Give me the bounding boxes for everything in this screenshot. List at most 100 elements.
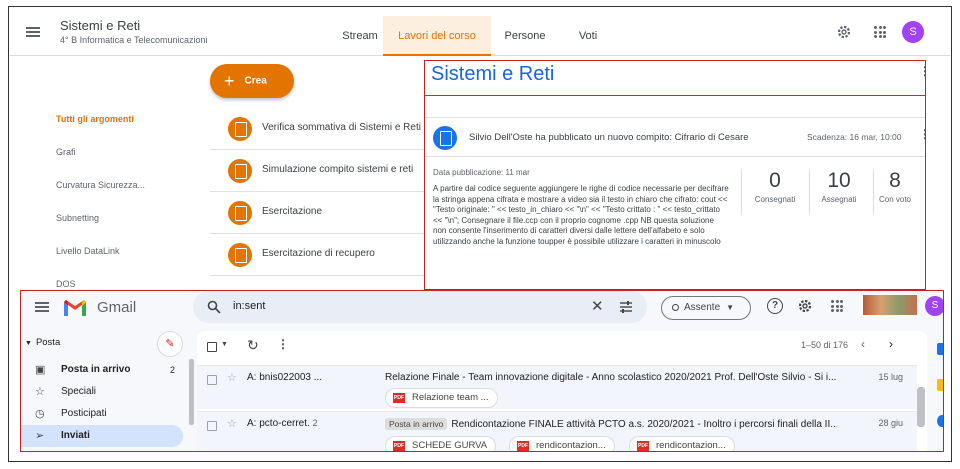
row-checkbox[interactable] <box>207 421 217 431</box>
mail-list-scrollbar[interactable] <box>917 387 925 427</box>
org-banner-image <box>863 295 917 315</box>
nav-item-snoozed[interactable]: ◷ Posticipati <box>21 403 183 425</box>
inbox-label-tag[interactable]: Posta in arrivo <box>385 418 448 430</box>
topic-all[interactable]: Tutti gli argomenti <box>56 114 134 124</box>
classroom-header: Sistemi e Reti 4° B Informatica e Teleco… <box>10 8 950 56</box>
clear-search-icon[interactable]: ✕ <box>591 297 604 315</box>
tab-people[interactable]: Persone <box>494 16 556 56</box>
stat-assigned[interactable]: 10 Assegnati <box>809 169 869 204</box>
refresh-icon[interactable]: ↻ <box>247 337 259 354</box>
calendar-icon[interactable] <box>937 343 943 355</box>
classwork-item[interactable]: Verifica sommativa di Sistemi e Reti <box>210 108 426 150</box>
more-actions-icon[interactable]: ⋮ <box>277 337 289 351</box>
email-row[interactable]: ☆ A: pcto-cerret. 2 Posta in arrivo Rendi… <box>197 411 917 451</box>
post-more-icon[interactable]: ⋮ <box>919 128 925 140</box>
assignment-icon <box>228 159 252 183</box>
gmail-logo-icon <box>64 300 86 316</box>
compose-button[interactable]: ✎ <box>157 331 183 357</box>
nav-item-count: 2 <box>169 365 175 375</box>
settings-gear-icon[interactable] <box>836 24 852 40</box>
attachment-chip[interactable]: PDF rendicontazion... <box>629 436 735 451</box>
stat-turned-in[interactable]: 0 Consegnati <box>745 169 805 204</box>
topic-grafi[interactable]: Grafi <box>56 147 76 157</box>
gmail-menu-icon[interactable] <box>35 302 49 312</box>
search-icon[interactable] <box>207 300 221 314</box>
plus-icon: + <box>224 71 235 91</box>
row-checkbox[interactable] <box>207 375 217 385</box>
nav-item-label: Inviati <box>61 430 90 441</box>
classwork-item[interactable]: Esercitazione <box>210 192 426 234</box>
more-options-icon[interactable]: ⋮ <box>919 65 925 77</box>
tab-grades[interactable]: Voti <box>566 16 610 56</box>
nav-item-inbox[interactable]: ▣ Posta in arrivo 2 <box>21 359 183 381</box>
tab-classwork[interactable]: Lavori del corso <box>383 16 491 56</box>
account-avatar[interactable]: S <box>902 21 924 43</box>
classwork-item-label: Simulazione compito sistemi e reti <box>262 164 414 175</box>
nav-section-posta[interactable]: ▼ Posta <box>25 337 60 348</box>
pdf-icon: PDF <box>393 393 405 403</box>
email-recipient: A: bnis022003 ... <box>247 372 323 383</box>
select-all-checkbox[interactable] <box>207 342 217 352</box>
star-icon[interactable]: ☆ <box>227 371 237 384</box>
pagination-label: 1–50 di 176 <box>801 340 849 350</box>
topic-datalink[interactable]: Livello DataLink <box>56 246 120 256</box>
topic-dos[interactable]: DOS <box>56 279 76 289</box>
attachment-chip[interactable]: PDF SCHEDE GURVA <box>385 436 497 451</box>
course-title[interactable]: Sistemi e Reti <box>60 18 140 33</box>
nav-scrollbar[interactable] <box>189 359 194 425</box>
star-icon[interactable]: ☆ <box>227 417 237 430</box>
assignment-detail-panel: Sistemi e Reti ⋮ Silvio Dell'Oste ha pub… <box>424 60 926 290</box>
gmail-apps-icon[interactable] <box>831 300 843 312</box>
attachment-name: rendicontazion... <box>536 440 606 451</box>
gmail-avatar[interactable]: S <box>925 296 943 316</box>
nav-item-sent[interactable]: ➢ Inviati <box>21 425 183 447</box>
clock-icon: ◷ <box>35 408 45 420</box>
search-options-icon[interactable] <box>619 300 633 314</box>
email-subject: Rendicontazione FINALE attività PCTO a.s… <box>451 419 837 430</box>
nav-item-label: Posta in arrivo <box>61 364 131 375</box>
email-date: 28 giu <box>878 418 903 428</box>
stat-value: 0 <box>769 169 781 192</box>
attachment-chip[interactable]: PDF Relazione team ... <box>385 388 498 408</box>
select-dropdown-icon[interactable]: ▼ <box>221 341 228 348</box>
gmail-settings-icon[interactable] <box>797 298 813 314</box>
stat-graded[interactable]: 8 Con voto <box>867 169 923 204</box>
topic-subnetting[interactable]: Subnetting <box>56 213 99 223</box>
attachment-chip[interactable]: PDF rendicontazion... <box>509 436 615 451</box>
detail-course-title: Sistemi e Reti <box>431 63 555 85</box>
tasks-icon[interactable] <box>937 415 943 427</box>
stat-label: Consegnati <box>754 195 796 204</box>
stat-value: 10 <box>827 169 851 192</box>
classwork-item[interactable]: Simulazione compito sistemi e reti <box>210 150 426 192</box>
assignment-description: A partire dal codice seguente aggiungere… <box>433 184 729 246</box>
search-bar[interactable]: in:sent ✕ <box>193 291 647 323</box>
publish-date: Data pubblicazione: 11 mar <box>433 168 530 177</box>
classwork-item-label: Esercitazione di recupero <box>262 248 375 259</box>
topic-curvatura[interactable]: Curvatura Sicurezza... <box>56 180 145 190</box>
help-icon[interactable]: ? <box>767 298 783 314</box>
status-selector[interactable]: Assente ▼ <box>661 296 751 320</box>
email-row[interactable]: ☆ A: bnis022003 ... Relazione Finale - T… <box>197 365 917 409</box>
star-icon: ☆ <box>35 386 45 398</box>
post-announcement: Silvio Dell'Oste ha pubblicato un nuovo … <box>469 132 749 143</box>
search-input[interactable]: in:sent <box>233 300 265 312</box>
next-page-icon[interactable]: › <box>889 337 893 351</box>
create-button[interactable]: + Crea <box>210 64 294 98</box>
apps-grid-icon[interactable] <box>874 26 886 38</box>
email-subject-wrap: Posta in arrivo Rendicontazione FINALE at… <box>385 418 837 430</box>
send-icon: ➢ <box>35 430 45 442</box>
pencil-icon: ✎ <box>165 338 175 350</box>
classwork-item-label: Verifica sommativa di Sistemi e Reti <box>262 122 421 133</box>
assignment-post[interactable]: Silvio Dell'Oste ha pubblicato un nuovo … <box>425 117 925 157</box>
classwork-item[interactable]: Esercitazione di recupero <box>210 234 426 276</box>
assignment-icon <box>228 243 252 267</box>
main-menu-icon[interactable] <box>26 27 40 37</box>
nav-item-starred[interactable]: ☆ Speciali <box>21 381 183 403</box>
pdf-icon: PDF <box>637 441 649 451</box>
previous-page-icon[interactable]: ‹ <box>861 337 865 351</box>
keep-icon[interactable] <box>937 379 943 391</box>
caret-down-icon: ▼ <box>25 340 32 347</box>
stats-divider <box>741 169 742 215</box>
email-date: 15 lug <box>878 372 903 382</box>
assignment-icon <box>228 117 252 141</box>
